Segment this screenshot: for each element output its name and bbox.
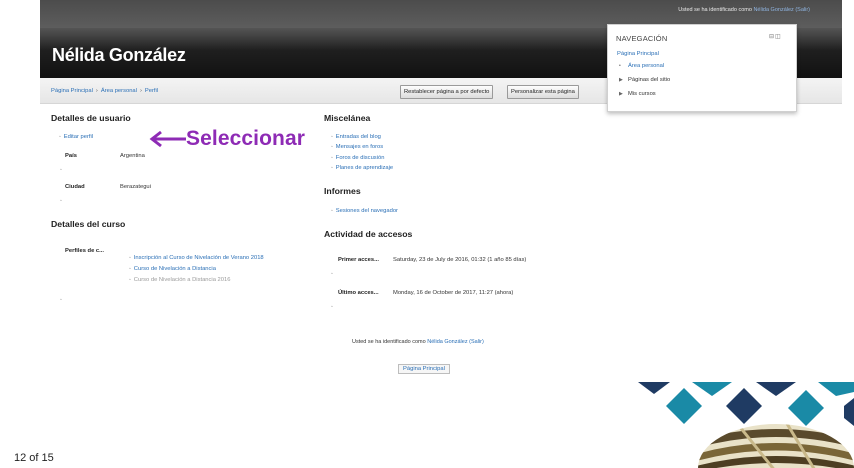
slide-number: 12 of 15 bbox=[14, 452, 54, 464]
user-details-heading: Detalles de usuario bbox=[51, 113, 131, 123]
bullet-icon: ◦ bbox=[331, 271, 333, 277]
last-access-label: Último acces... bbox=[338, 290, 379, 296]
logout-link[interactable]: (Salir) bbox=[794, 7, 810, 13]
footer-login-info: Usted se ha identificado como Nélida Gon… bbox=[352, 339, 484, 345]
login-info: Usted se ha identificado como Nélida Gon… bbox=[678, 7, 810, 13]
bullet-icon: ◦ bbox=[331, 304, 333, 310]
course-link[interactable]: ◦ Curso de Nivelación a Distancia bbox=[129, 266, 216, 272]
nav-home-link[interactable]: Página Principal bbox=[617, 51, 659, 57]
bullet-icon: ◦ bbox=[129, 255, 131, 261]
breadcrumb-profile[interactable]: Perfil bbox=[145, 88, 158, 94]
breadcrumb-area-personal[interactable]: Área personal bbox=[101, 88, 137, 94]
blog-entries-link[interactable]: ◦ Entradas del blog bbox=[331, 134, 381, 140]
misc-heading: Miscelánea bbox=[324, 113, 371, 123]
discussion-forums-link[interactable]: ◦ Foros de discusión bbox=[331, 155, 384, 161]
footer-logout-link[interactable]: (Salir) bbox=[468, 339, 484, 345]
block-controls[interactable]: ⊟◫ bbox=[769, 33, 782, 40]
bullet-icon: ◦ bbox=[331, 144, 333, 150]
edit-profile-link[interactable]: ◦ Editar perfil bbox=[59, 134, 93, 140]
breadcrumb-separator: › bbox=[139, 88, 142, 94]
bullet-icon: ◦ bbox=[129, 266, 131, 272]
bullet-icon: • bbox=[619, 63, 621, 69]
nav-item-area-personal[interactable]: • Área personal bbox=[619, 63, 664, 69]
city-label: Ciudad bbox=[65, 184, 85, 190]
presentation-slide: Usted se ha identificado como Nélida Gon… bbox=[0, 0, 854, 468]
footer-user-link[interactable]: Nélida González bbox=[427, 339, 467, 345]
link-label: Planes de aprendizaje bbox=[335, 165, 394, 171]
course-profiles-label: Perfiles de c... bbox=[65, 248, 104, 254]
course-details-heading: Detalles del curso bbox=[51, 219, 126, 229]
bullet-icon: ◦ bbox=[331, 165, 333, 171]
first-access-label: Primer acces... bbox=[338, 257, 379, 263]
first-access-value: Saturday, 23 de July de 2016, 01:32 (1 a… bbox=[393, 257, 527, 263]
bullet-icon: ◦ bbox=[59, 134, 61, 140]
country-label: País bbox=[65, 153, 77, 159]
link-label: Foros de discusión bbox=[335, 155, 385, 161]
left-arrow-icon bbox=[149, 130, 186, 148]
institution-logo bbox=[638, 382, 854, 468]
link-label: Sesiones del navegador bbox=[335, 208, 398, 214]
learning-plans-link[interactable]: ◦ Planes de aprendizaje bbox=[331, 165, 393, 171]
course-link-label: Inscripción al Curso de Nivelación de Ve… bbox=[133, 255, 264, 261]
nav-item-label: Páginas del sitio bbox=[628, 77, 671, 83]
access-activity-heading: Actividad de accesos bbox=[324, 229, 413, 239]
dock-block-icon[interactable]: ◫ bbox=[775, 34, 782, 40]
course-link-label: Curso de Nivelación a Distancia bbox=[133, 266, 216, 272]
expand-arrow-icon: ▶ bbox=[619, 91, 623, 97]
nav-item-site-pages[interactable]: ▶ Páginas del sitio bbox=[619, 77, 670, 83]
nav-item-label: Área personal bbox=[628, 63, 665, 69]
city-value: Berazategui bbox=[120, 184, 151, 190]
course-link-hidden[interactable]: ◦ Curso de Nivelación a Distancia 2016 bbox=[129, 277, 230, 283]
breadcrumb-separator: › bbox=[95, 88, 98, 94]
bullet-icon: ◦ bbox=[331, 208, 333, 214]
login-user-link[interactable]: Nélida González bbox=[753, 7, 793, 13]
login-info-text: Usted se ha identificado como bbox=[678, 7, 754, 13]
footer-home-button[interactable]: Página Principal bbox=[398, 364, 450, 374]
expand-arrow-icon: ▶ bbox=[619, 77, 623, 83]
navigation-title: NAVEGACIÓN bbox=[616, 34, 668, 43]
course-link[interactable]: ◦ Inscripción al Curso de Nivelación de V… bbox=[129, 255, 264, 261]
bullet-icon: ◦ bbox=[331, 134, 333, 140]
course-link-label: Curso de Nivelación a Distancia 2016 bbox=[133, 277, 231, 283]
browser-sessions-link[interactable]: ◦ Sesiones del navegador bbox=[331, 208, 398, 214]
link-label: Entradas del blog bbox=[335, 134, 381, 140]
link-label: Mensajes en foros bbox=[335, 144, 384, 150]
customize-page-button[interactable]: Personalizar esta página bbox=[507, 85, 579, 99]
reports-heading: Informes bbox=[324, 186, 361, 196]
reset-page-button[interactable]: Restablecer página a por defecto bbox=[400, 85, 494, 99]
footer-login-text: Usted se ha identificado como bbox=[352, 339, 428, 345]
last-access-value: Monday, 16 de October de 2017, 11:27 (ah… bbox=[393, 290, 514, 296]
nav-item-label: Mis cursos bbox=[628, 91, 656, 97]
bullet-icon: ◦ bbox=[60, 198, 62, 204]
country-value: Argentina bbox=[120, 153, 145, 159]
bullet-icon: ◦ bbox=[60, 167, 62, 173]
page-title: Nélida González bbox=[52, 45, 186, 65]
bullet-icon: ◦ bbox=[331, 155, 333, 161]
bullet-icon: ◦ bbox=[60, 297, 62, 303]
annotation-text: Seleccionar bbox=[186, 127, 305, 150]
breadcrumb: Página Principal › Área personal › Perfil bbox=[51, 88, 158, 94]
forum-posts-link[interactable]: ◦ Mensajes en foros bbox=[331, 144, 383, 150]
bullet-icon: ◦ bbox=[129, 277, 131, 283]
edit-profile-label: Editar perfil bbox=[63, 134, 94, 140]
breadcrumb-home[interactable]: Página Principal bbox=[51, 88, 93, 94]
nav-item-my-courses[interactable]: ▶ Mis cursos bbox=[619, 91, 656, 97]
